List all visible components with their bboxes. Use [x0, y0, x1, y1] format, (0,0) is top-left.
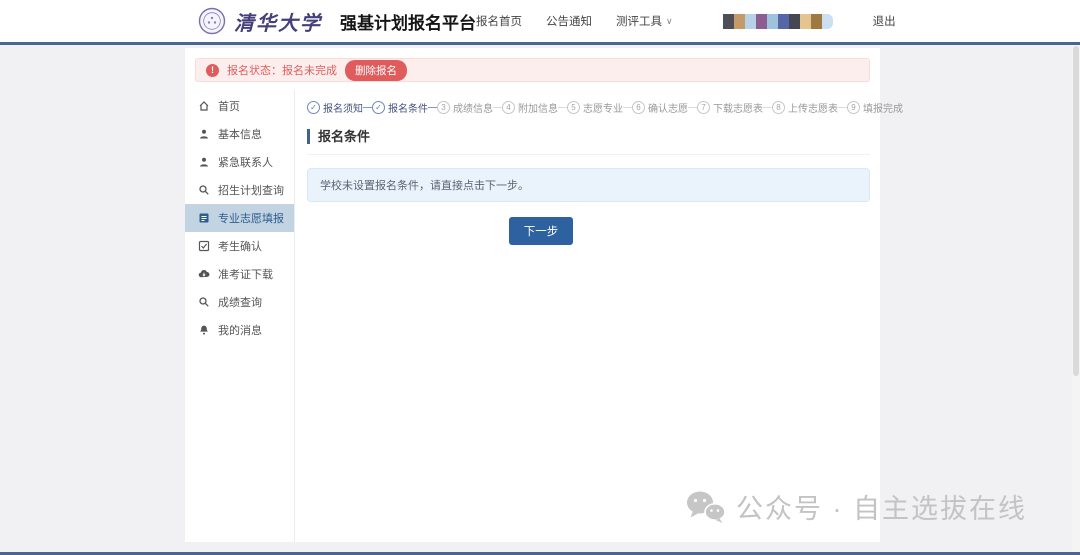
user-icon — [198, 156, 210, 168]
sidebar-item-label: 基本信息 — [218, 126, 262, 142]
sidebar: 首页 基本信息 紧急联系人 — [185, 90, 295, 542]
sidebar-item-ticket-download[interactable]: 准考证下载 — [185, 260, 294, 288]
sidebar-item-basic-info[interactable]: 基本信息 — [185, 120, 294, 148]
step-label: 报名条件 — [388, 100, 428, 115]
content-card: ! 报名状态：报名未完成 删除报名 首页 基本信息 — [185, 48, 880, 542]
chevron-down-icon: ∨ — [666, 16, 673, 27]
step-notice: ✓ 报名须知 — [307, 100, 363, 115]
section-title-wrap: 报名条件 — [307, 129, 870, 155]
app-header: 清华大学 强基计划报名平台 报名首页 公告通知 测评工具 ∨ 退出 — [0, 0, 1080, 42]
username-redacted — [723, 14, 833, 29]
main-panel: ✓ 报名须知 ✓ 报名条件 3 成绩信息 4 附加信息 — [295, 90, 880, 542]
status-bar: ! 报名状态：报名未完成 删除报名 — [195, 58, 870, 82]
nav-item-home[interactable]: 报名首页 — [476, 13, 522, 29]
step-connector — [558, 107, 567, 108]
header-divider — [0, 42, 1080, 45]
button-row: 下一步 — [307, 217, 870, 245]
step-number: 3 — [437, 101, 450, 114]
step-connector — [688, 107, 697, 108]
sidebar-item-major-preference[interactable]: 专业志愿填报 — [185, 204, 294, 232]
home-icon — [198, 100, 210, 112]
sidebar-item-candidate-confirm[interactable]: 考生确认 — [185, 232, 294, 260]
sidebar-item-label: 成绩查询 — [218, 294, 262, 310]
step-number: 8 — [772, 101, 785, 114]
step-label: 确认志愿 — [648, 100, 688, 115]
step-download-form: 7 下载志愿表 — [697, 100, 763, 115]
info-notice: 学校未设置报名条件，请直接点击下一步。 — [307, 168, 870, 202]
bell-icon — [198, 324, 210, 336]
university-wordmark: 清华大学 — [234, 7, 322, 36]
step-label: 报名须知 — [323, 100, 363, 115]
step-connector — [428, 107, 437, 108]
watermark: 公众号 · 自主选拔在线 — [686, 487, 1027, 526]
sidebar-item-label: 紧急联系人 — [218, 154, 273, 170]
step-confirm-preference: 6 确认志愿 — [632, 100, 688, 115]
logout-button[interactable]: 退出 — [873, 13, 896, 29]
check-square-icon — [198, 240, 210, 252]
nav-item-announcements[interactable]: 公告通知 — [546, 13, 592, 29]
top-nav: 报名首页 公告通知 测评工具 ∨ 退出 — [476, 13, 896, 29]
search-icon — [198, 184, 210, 196]
platform-title: 强基计划报名平台 — [340, 9, 476, 34]
step-major-preference: 5 志愿专业 — [567, 100, 623, 115]
delete-registration-button[interactable]: 删除报名 — [345, 60, 407, 81]
step-number: 7 — [697, 101, 710, 114]
page-title: 报名条件 — [307, 129, 870, 144]
sidebar-item-label: 准考证下载 — [218, 266, 273, 282]
scrollbar-thumb[interactable] — [1073, 46, 1079, 376]
sidebar-item-score-query[interactable]: 成绩查询 — [185, 288, 294, 316]
step-indicator: ✓ 报名须知 ✓ 报名条件 3 成绩信息 4 附加信息 — [307, 100, 870, 115]
step-label: 填报完成 — [863, 100, 903, 115]
step-label: 志愿专业 — [583, 100, 623, 115]
step-label: 上传志愿表 — [788, 100, 838, 115]
sidebar-item-admission-plan-query[interactable]: 招生计划查询 — [185, 176, 294, 204]
step-connector — [363, 107, 372, 108]
watermark-text: 公众号 · 自主选拔在线 — [736, 487, 1027, 526]
wechat-icon — [686, 490, 726, 524]
brand: 清华大学 强基计划报名平台 — [198, 7, 476, 36]
step-connector — [838, 107, 847, 108]
form-icon — [198, 212, 210, 224]
check-icon: ✓ — [372, 101, 385, 114]
cloud-download-icon — [198, 268, 210, 280]
error-icon: ! — [206, 64, 219, 77]
sidebar-item-label: 我的消息 — [218, 322, 262, 338]
check-icon: ✓ — [307, 101, 320, 114]
sidebar-item-label: 招生计划查询 — [218, 182, 284, 198]
next-step-button[interactable]: 下一步 — [509, 217, 574, 245]
step-number: 4 — [502, 101, 515, 114]
step-connector — [623, 107, 632, 108]
sidebar-item-my-messages[interactable]: 我的消息 — [185, 316, 294, 344]
sidebar-item-home[interactable]: 首页 — [185, 92, 294, 120]
step-number: 5 — [567, 101, 580, 114]
sidebar-item-label: 考生确认 — [218, 238, 262, 254]
step-complete: 9 填报完成 — [847, 100, 903, 115]
tsinghua-logo-icon — [198, 7, 226, 35]
step-connector — [763, 107, 772, 108]
step-conditions: ✓ 报名条件 — [372, 100, 428, 115]
step-number: 9 — [847, 101, 860, 114]
sidebar-item-emergency-contact[interactable]: 紧急联系人 — [185, 148, 294, 176]
step-label: 附加信息 — [518, 100, 558, 115]
sidebar-item-label: 专业志愿填报 — [218, 210, 284, 226]
step-number: 6 — [632, 101, 645, 114]
step-scores: 3 成绩信息 — [437, 100, 493, 115]
step-connector — [493, 107, 502, 108]
step-label: 成绩信息 — [453, 100, 493, 115]
search-icon — [198, 296, 210, 308]
nav-item-tools[interactable]: 测评工具 ∨ — [616, 13, 673, 29]
nav-item-tools-label: 测评工具 — [616, 13, 662, 29]
step-upload-form: 8 上传志愿表 — [772, 100, 838, 115]
step-label: 下载志愿表 — [713, 100, 763, 115]
step-additional-info: 4 附加信息 — [502, 100, 558, 115]
user-icon — [198, 128, 210, 140]
status-text: 报名状态：报名未完成 — [227, 62, 337, 78]
sidebar-item-label: 首页 — [218, 98, 240, 114]
